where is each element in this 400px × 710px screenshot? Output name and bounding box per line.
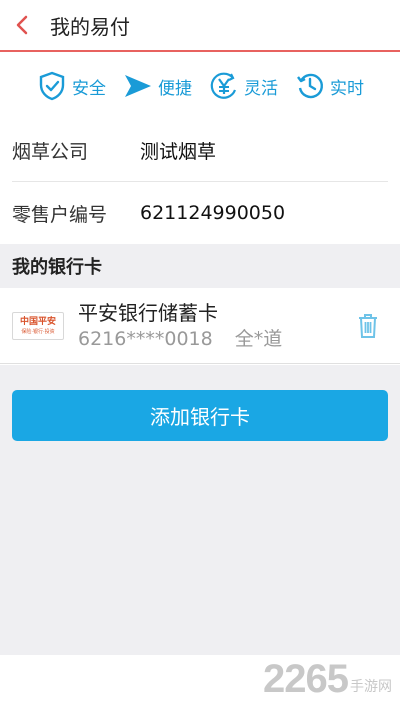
account-info: 烟草公司 测试烟草 零售户编号 621124990050 [0, 120, 400, 244]
feature-label: 灵活 [244, 78, 278, 99]
paper-plane-icon [122, 70, 154, 102]
retailer-label: 零售户编号 [12, 203, 108, 226]
add-bank-card-button[interactable]: 添加银行卡 [12, 390, 388, 441]
feature-security: 安全 [36, 70, 106, 102]
bank-logo-text: 中国平安 [19, 316, 56, 327]
card-holder: 全*道 [234, 327, 283, 350]
feature-label: 实时 [330, 78, 364, 99]
card-number: 6216****0018 [78, 327, 213, 350]
info-row-company: 烟草公司 测试烟草 [12, 120, 388, 182]
feature-realtime: 实时 [294, 70, 364, 102]
trash-icon [359, 313, 377, 338]
bank-card-item[interactable]: 中国平安 保险·银行·投资 平安银行储蓄卡 6216****0018 全*道 [0, 288, 400, 364]
info-row-retailer: 零售户编号 621124990050 [12, 182, 388, 244]
company-value: 测试烟草 [140, 141, 217, 163]
watermark-site: 手游网 [350, 678, 392, 695]
card-details: 6216****0018 全*道 [78, 326, 348, 352]
feature-flexible: 灵活 [208, 70, 278, 102]
watermark-number: 2265 [263, 657, 349, 701]
bank-logo: 中国平安 保险·银行·投资 [12, 311, 64, 340]
retailer-value: 621124990050 [140, 202, 286, 224]
feature-bar: 安全 便捷 灵活 实时 [0, 60, 400, 112]
feature-label: 便捷 [158, 78, 192, 99]
back-button[interactable] [0, 0, 44, 51]
app-header: 我的易付 [0, 0, 400, 52]
watermark: 2265 手游网 [263, 657, 392, 702]
clock-history-icon [294, 70, 326, 102]
page-title: 我的易付 [50, 14, 130, 39]
company-label: 烟草公司 [12, 141, 89, 163]
yen-icon [208, 70, 240, 102]
chevron-left-icon [16, 15, 28, 35]
section-title: 我的银行卡 [0, 244, 400, 288]
feature-convenient: 便捷 [122, 70, 192, 102]
card-name: 平安银行储蓄卡 [78, 300, 218, 325]
feature-label: 安全 [72, 78, 106, 99]
delete-card-button[interactable] [348, 306, 388, 346]
card-info: 平安银行储蓄卡 6216****0018 全*道 [78, 300, 348, 352]
shield-check-icon [36, 70, 68, 102]
bank-logo-subtext: 保险·银行·投资 [21, 328, 55, 335]
